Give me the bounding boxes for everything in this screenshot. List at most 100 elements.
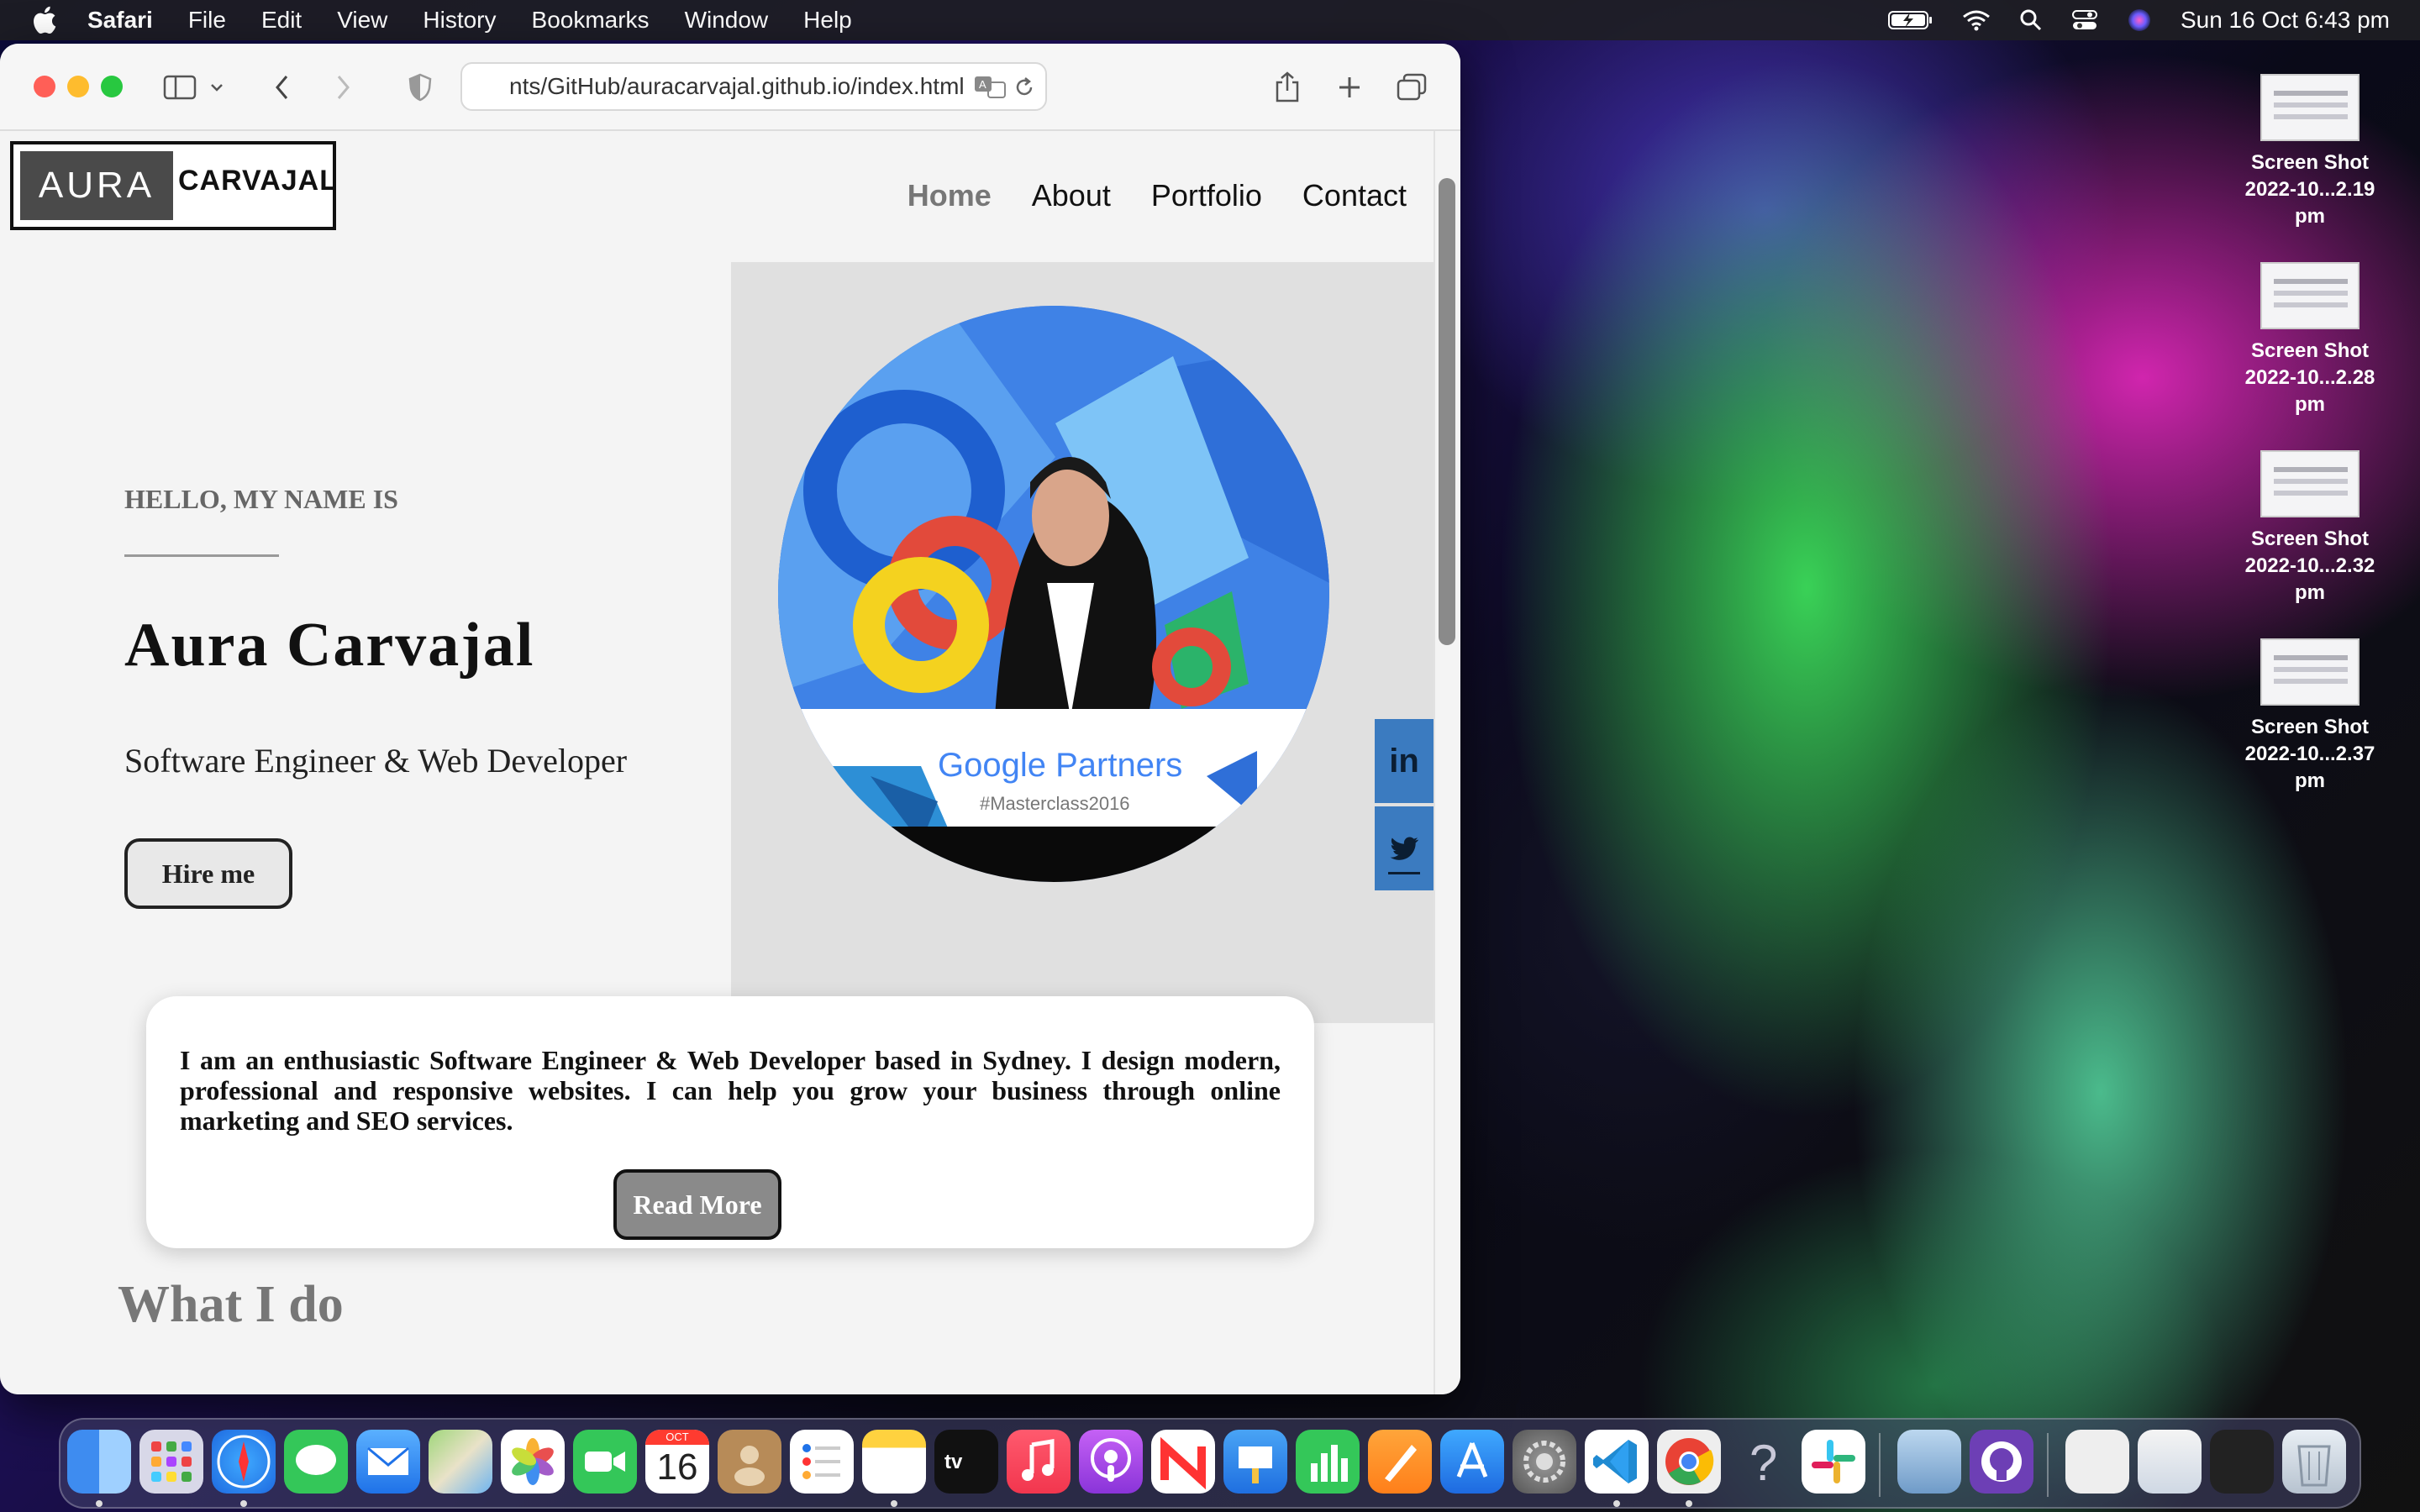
music-icon[interactable] [1007,1430,1071,1494]
about-summary: I am an enthusiastic Software Engineer &… [180,1045,1281,1136]
menu-bookmarks[interactable]: Bookmarks [532,7,650,34]
forward-button[interactable] [319,64,366,111]
twitter-underline [1388,872,1420,874]
close-window-button[interactable] [34,76,55,97]
battery-icon[interactable] [1887,9,1933,31]
linkedin-link[interactable]: in [1375,719,1434,803]
preview-icon[interactable] [1897,1430,1961,1494]
hero-name: Aura Carvajal [124,611,535,680]
svg-text:?: ? [1749,1435,1777,1491]
running-indicator [1686,1500,1692,1507]
podcasts-icon[interactable] [1079,1430,1143,1494]
siri-icon[interactable] [2127,8,2152,33]
desktop-file-screenshot[interactable]: Screen Shot 2022-10...2.37 pm [2230,638,2390,795]
zoom-window-button[interactable] [101,76,123,97]
spotlight-search-icon[interactable] [2019,8,2043,32]
tab-overview-button[interactable] [1388,64,1435,111]
reload-icon[interactable] [1013,76,1035,105]
share-button[interactable] [1264,64,1311,111]
menu-app-safari[interactable]: Safari [87,7,153,34]
control-center-icon[interactable] [2071,8,2098,32]
contacts-icon[interactable] [718,1430,781,1494]
file-thumbnail [2260,262,2360,329]
trash-icon[interactable] [2282,1430,2346,1494]
apple-menu-icon[interactable] [30,4,62,36]
desktop-file-screenshot[interactable]: Screen Shot 2022-10...2.32 pm [2230,450,2390,606]
dock: OCT 16 tv ? [59,1418,2361,1509]
sidebar-toggle-icon[interactable] [156,64,203,111]
github-desktop-icon[interactable] [1970,1430,2033,1494]
numbers-icon[interactable] [1296,1430,1360,1494]
minimize-window-button[interactable] [67,76,89,97]
photos-icon[interactable] [501,1430,565,1494]
file-name-line2: 2022-10...2.19 pm [2244,178,2375,228]
twitter-link[interactable] [1375,806,1434,890]
running-indicator [891,1500,897,1507]
nav-about[interactable]: About [1032,178,1111,213]
nav-portfolio[interactable]: Portfolio [1151,178,1262,213]
window-thumbnail-vscode[interactable] [2210,1430,2274,1494]
reminders-icon[interactable] [790,1430,854,1494]
tv-icon[interactable]: tv [934,1430,998,1494]
page-scrollbar[interactable] [1434,131,1460,1394]
menu-bar: Safari File Edit View History Bookmarks … [0,0,2420,40]
file-name-line1: Screen Shot [2250,716,2370,738]
address-bar[interactable]: nts/GitHub/auracarvajal.github.io/index.… [460,62,1047,111]
svg-text:A: A [979,78,986,91]
scrollbar-thumb[interactable] [1439,178,1455,645]
back-button[interactable] [259,64,306,111]
wifi-icon[interactable] [1962,9,1991,31]
finder-icon[interactable] [67,1430,131,1494]
web-page: AURA CARVAJAL Home About Portfolio Conta… [0,131,1434,1394]
pages-icon[interactable] [1368,1430,1432,1494]
slack-icon[interactable] [1802,1430,1865,1494]
menu-edit[interactable]: Edit [261,7,302,34]
maps-icon[interactable] [429,1430,492,1494]
new-tab-button[interactable] [1326,64,1373,111]
launchpad-icon[interactable] [139,1430,203,1494]
mail-icon[interactable] [356,1430,420,1494]
desktop-file-screenshot[interactable]: Screen Shot 2022-10...2.28 pm [2230,262,2390,418]
menu-window[interactable]: Window [685,7,769,34]
chrome-icon[interactable] [1657,1430,1721,1494]
help-icon[interactable]: ? [1729,1430,1793,1494]
menu-file[interactable]: File [188,7,226,34]
menu-view[interactable]: View [337,7,387,34]
read-more-button[interactable]: Read More [613,1169,781,1240]
translate-icon[interactable]: A [973,74,1007,105]
address-url: nts/GitHub/auracarvajal.github.io/index.… [509,73,965,99]
menu-help[interactable]: Help [803,7,852,34]
hire-me-button[interactable]: Hire me [124,838,292,909]
system-preferences-icon[interactable] [1512,1430,1576,1494]
chevron-down-icon[interactable] [202,64,232,111]
desktop-file-screenshot[interactable]: Screen Shot 2022-10...2.19 pm [2230,74,2390,230]
downloads-stack-icon[interactable] [2065,1430,2129,1494]
notes-icon[interactable] [862,1430,926,1494]
file-name-line2: 2022-10...2.28 pm [2244,366,2375,416]
privacy-shield-icon[interactable] [397,64,444,111]
safari-icon[interactable] [212,1430,276,1494]
nav-contact[interactable]: Contact [1302,178,1407,213]
site-logo[interactable]: AURA CARVAJAL [10,141,338,230]
messages-icon[interactable] [284,1430,348,1494]
file-name-line1: Screen Shot [2250,528,2370,550]
logo-last-name: CARVAJAL [178,165,338,197]
nav-home[interactable]: Home [908,178,992,213]
menu-clock[interactable]: Sun 16 Oct 6:43 pm [2181,7,2390,34]
file-name-line2: 2022-10...2.37 pm [2244,743,2375,792]
file-thumbnail [2260,450,2360,517]
calendar-icon[interactable]: OCT 16 [645,1430,709,1494]
news-icon[interactable] [1151,1430,1215,1494]
about-card: I am an enthusiastic Software Engineer &… [146,996,1314,1248]
file-thumbnail [2260,74,2360,141]
vscode-icon[interactable] [1585,1430,1649,1494]
keynote-icon[interactable] [1223,1430,1287,1494]
dock-separator [1879,1433,1881,1497]
menu-history[interactable]: History [423,7,496,34]
site-nav: Home About Portfolio Contact [867,178,1407,213]
calendar-month: OCT [645,1430,709,1445]
facetime-icon[interactable] [573,1430,637,1494]
app-store-icon[interactable] [1440,1430,1504,1494]
window-thumbnail-safari[interactable] [2138,1430,2202,1494]
running-indicator [1613,1500,1620,1507]
